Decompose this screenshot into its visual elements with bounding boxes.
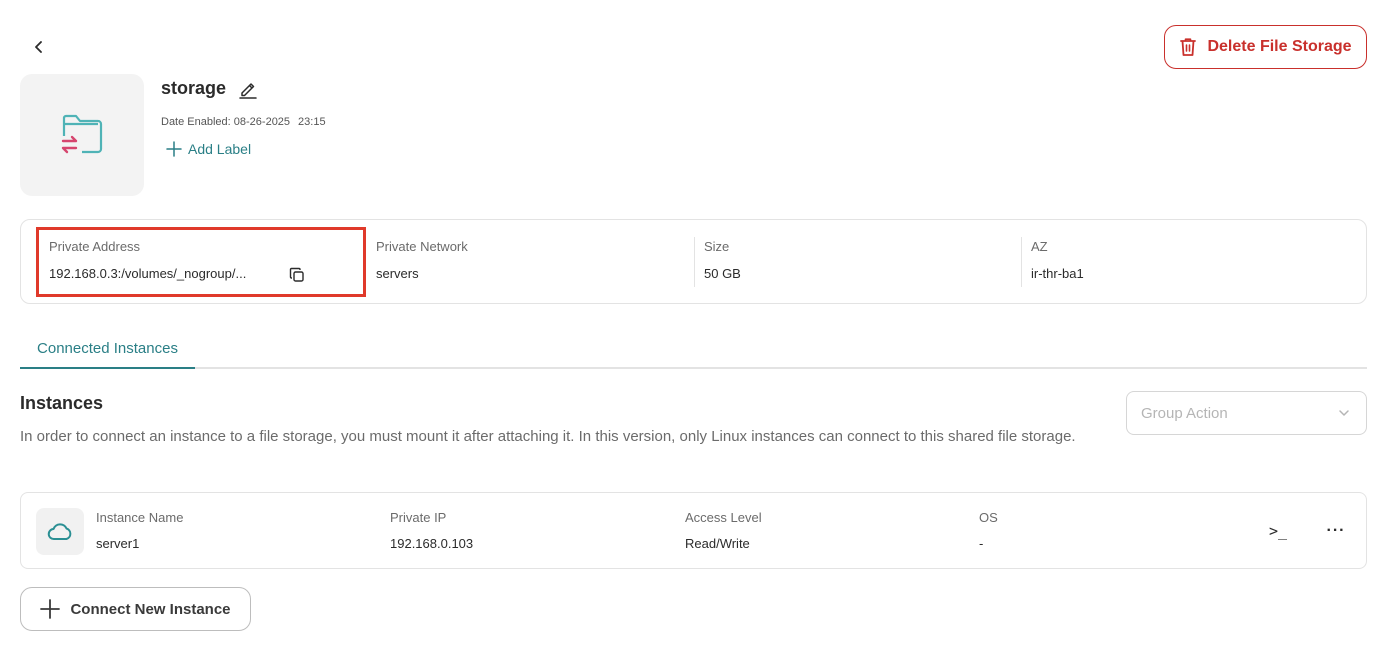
private-network-label: Private Network — [376, 239, 468, 254]
add-label-text: Add Label — [188, 141, 252, 157]
os-value: - — [979, 536, 984, 551]
tab-connected-instances[interactable]: Connected Instances — [20, 328, 195, 369]
private-address-highlight — [36, 227, 366, 297]
access-level-label: Access Level — [685, 510, 762, 525]
az-value: ir-thr-ba1 — [1031, 266, 1084, 281]
back-button[interactable] — [28, 36, 50, 58]
access-level-value: Read/Write — [685, 536, 750, 551]
active-tab-indicator — [20, 367, 195, 369]
group-action-placeholder: Group Action — [1141, 404, 1228, 422]
terminal-button[interactable]: >_ — [1266, 520, 1290, 542]
group-action-select[interactable]: Group Action — [1126, 391, 1367, 435]
info-divider — [1021, 237, 1022, 287]
chevron-left-icon — [35, 41, 42, 53]
size-value: 50 GB — [704, 266, 741, 281]
private-ip-value: 192.168.0.103 — [390, 536, 474, 551]
instance-row: Instance Name server1 Private IP 192.168… — [20, 492, 1367, 569]
plus-icon — [166, 141, 182, 157]
date-enabled-label: Date Enabled: 08-26-2025 — [161, 116, 291, 128]
trash-icon — [1180, 38, 1197, 56]
private-network-value: servers — [376, 266, 419, 281]
info-divider — [694, 237, 695, 287]
connect-new-instance-label: Connect New Instance — [70, 600, 231, 618]
more-actions-button[interactable]: ··· — [1324, 520, 1348, 542]
storage-thumbnail — [20, 74, 144, 196]
instance-name-value: server1 — [96, 536, 140, 551]
page-title: storage — [161, 78, 227, 98]
size-label: Size — [704, 239, 730, 254]
title-row: storage — [161, 78, 258, 99]
pencil-icon — [239, 82, 257, 99]
folder-transfer-icon — [61, 114, 103, 154]
connect-new-instance-button[interactable]: Connect New Instance — [20, 587, 251, 631]
instances-section-description: In order to connect an instance to a fil… — [20, 428, 1076, 445]
az-label: AZ — [1031, 239, 1048, 254]
add-label-button[interactable]: Add Label — [166, 141, 251, 157]
delete-file-storage-button[interactable]: Delete File Storage — [1164, 25, 1367, 69]
os-label: OS — [979, 510, 998, 525]
chevron-down-icon — [1339, 410, 1349, 416]
instance-name-label: Instance Name — [96, 510, 184, 525]
tab-bar: Connected Instances — [20, 328, 1367, 369]
date-enabled: Date Enabled: 08-26-2025 23:15 — [161, 116, 326, 128]
edit-title-button[interactable] — [238, 79, 258, 99]
private-ip-label: Private IP — [390, 510, 447, 525]
delete-file-storage-label: Delete File Storage — [1207, 38, 1352, 55]
instance-avatar — [36, 508, 84, 555]
date-enabled-time: 23:15 — [298, 116, 326, 128]
instances-section-title: Instances — [20, 393, 104, 413]
cloud-icon — [47, 522, 72, 540]
plus-icon — [40, 599, 61, 619]
